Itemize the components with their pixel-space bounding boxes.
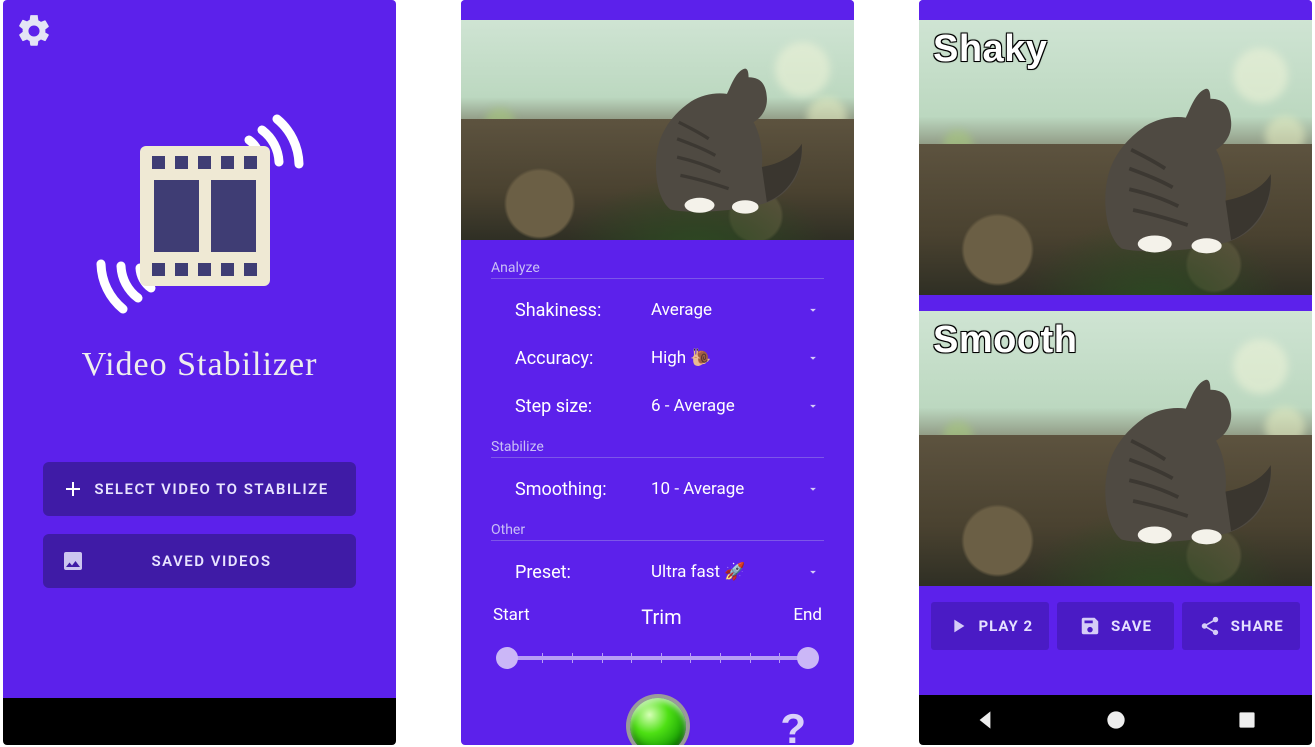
nav-home-icon[interactable] bbox=[1103, 707, 1129, 733]
go-button[interactable] bbox=[630, 698, 686, 745]
trim-label: Trim bbox=[641, 605, 681, 629]
smooth-preview[interactable]: Smooth bbox=[919, 311, 1312, 586]
home-screen: Video Stabilizer SELECT VIDEO TO STABILI… bbox=[3, 0, 396, 698]
chevron-down-icon bbox=[806, 303, 820, 317]
share-label: SHARE bbox=[1231, 617, 1284, 635]
save-label: SAVE bbox=[1111, 617, 1152, 635]
home-topbar bbox=[3, 0, 396, 66]
preview-scene bbox=[461, 20, 854, 240]
share-button[interactable]: SHARE bbox=[1182, 602, 1300, 650]
smoothing-label: Smoothing: bbox=[515, 479, 651, 500]
section-analyze: Analyze bbox=[491, 260, 824, 279]
shaky-label: Shaky bbox=[933, 28, 1047, 71]
nav-back-icon[interactable] bbox=[972, 707, 998, 733]
saved-videos-label: SAVED VIDEOS bbox=[85, 552, 338, 570]
accuracy-dropdown[interactable]: Accuracy: High 🐌 bbox=[491, 337, 824, 379]
accuracy-label: Accuracy: bbox=[515, 348, 651, 369]
settings-screen: Analyze Shakiness: Average Accuracy: Hig… bbox=[461, 0, 854, 745]
shakiness-value: Average bbox=[651, 300, 806, 320]
chevron-down-icon bbox=[806, 399, 820, 413]
stepsize-label: Step size: bbox=[515, 396, 651, 417]
go-row: ? bbox=[491, 691, 824, 745]
nav-recent-icon[interactable] bbox=[1234, 707, 1260, 733]
app-logo bbox=[85, 114, 315, 314]
smoothing-value: 10 - Average bbox=[651, 479, 806, 499]
save-button[interactable]: SAVE bbox=[1057, 602, 1175, 650]
status-bar bbox=[461, 0, 854, 20]
phone-compare: Shaky Smooth PLAY 2 bbox=[919, 0, 1312, 745]
play-icon bbox=[947, 615, 969, 637]
stepsize-dropdown[interactable]: Step size: 6 - Average bbox=[491, 385, 824, 427]
trim-labels: Start Trim End bbox=[491, 599, 824, 629]
stepsize-value: 6 - Average bbox=[651, 396, 806, 416]
home-buttons: SELECT VIDEO TO STABILIZE SAVED VIDEOS bbox=[3, 462, 396, 698]
chevron-down-icon bbox=[806, 482, 820, 496]
shaky-panel: Shaky bbox=[919, 20, 1312, 295]
select-video-label: SELECT VIDEO TO STABILIZE bbox=[85, 480, 338, 498]
select-video-button[interactable]: SELECT VIDEO TO STABILIZE bbox=[43, 462, 356, 516]
trim-start-label: Start bbox=[493, 605, 530, 629]
home-hero: Video Stabilizer bbox=[3, 66, 396, 462]
phone-home: Video Stabilizer SELECT VIDEO TO STABILI… bbox=[3, 0, 396, 745]
settings-panel: Analyze Shakiness: Average Accuracy: Hig… bbox=[461, 240, 854, 745]
section-stabilize: Stabilize bbox=[491, 439, 824, 458]
preset-label: Preset: bbox=[515, 562, 651, 583]
image-icon bbox=[61, 549, 85, 573]
save-icon bbox=[1079, 615, 1101, 637]
saved-videos-button[interactable]: SAVED VIDEOS bbox=[43, 534, 356, 588]
app-title: Video Stabilizer bbox=[82, 346, 318, 384]
shakiness-label: Shakiness: bbox=[515, 300, 651, 321]
share-icon bbox=[1199, 615, 1221, 637]
preset-dropdown[interactable]: Preset: Ultra fast 🚀 bbox=[491, 551, 824, 593]
smooth-label: Smooth bbox=[933, 319, 1077, 362]
shaky-preview[interactable]: Shaky bbox=[919, 20, 1312, 295]
help-button[interactable]: ? bbox=[780, 705, 806, 745]
android-navbar bbox=[3, 698, 396, 745]
preset-value: Ultra fast 🚀 bbox=[651, 562, 806, 582]
trim-end-label: End bbox=[793, 605, 822, 629]
smooth-panel: Smooth bbox=[919, 311, 1312, 586]
chevron-down-icon bbox=[806, 351, 820, 365]
trim-slider[interactable] bbox=[493, 643, 822, 673]
play-label: PLAY 2 bbox=[979, 617, 1034, 635]
chevron-down-icon bbox=[806, 565, 820, 579]
plus-icon bbox=[61, 477, 85, 501]
action-buttons: PLAY 2 SAVE SHARE bbox=[919, 586, 1312, 668]
section-other: Other bbox=[491, 522, 824, 541]
compare-screen: Shaky Smooth PLAY 2 bbox=[919, 0, 1312, 695]
trim-start-thumb[interactable] bbox=[496, 647, 518, 669]
divider bbox=[919, 295, 1312, 311]
play-button[interactable]: PLAY 2 bbox=[931, 602, 1049, 650]
gear-icon[interactable] bbox=[15, 12, 53, 50]
trim-end-thumb[interactable] bbox=[797, 647, 819, 669]
phone-settings: Analyze Shakiness: Average Accuracy: Hig… bbox=[461, 0, 854, 745]
android-navbar bbox=[919, 695, 1312, 745]
smoothing-dropdown[interactable]: Smoothing: 10 - Average bbox=[491, 468, 824, 510]
video-preview[interactable] bbox=[461, 20, 854, 240]
status-bar bbox=[919, 0, 1312, 20]
accuracy-value: High 🐌 bbox=[651, 348, 806, 368]
shakiness-dropdown[interactable]: Shakiness: Average bbox=[491, 289, 824, 331]
